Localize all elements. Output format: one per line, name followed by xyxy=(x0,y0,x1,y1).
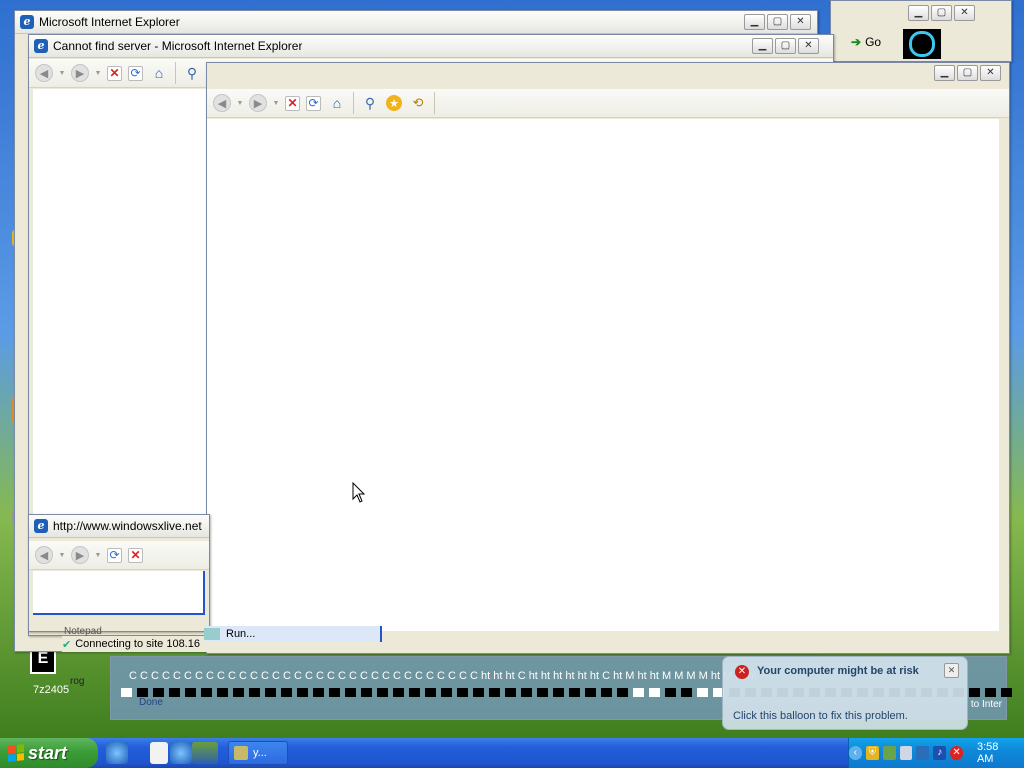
run-item[interactable]: Run... xyxy=(204,626,382,642)
maximize-icon[interactable]: ▢ xyxy=(931,5,952,21)
go-label: Go xyxy=(865,35,882,49)
close-icon[interactable]: ✕ xyxy=(944,663,959,678)
monitor-icon[interactable] xyxy=(899,746,913,760)
chevron-down-icon[interactable]: ▼ xyxy=(273,93,280,113)
window-controls: ▁ ▢ ✕ xyxy=(934,65,1001,81)
window-controls: ▁ ▢ ✕ xyxy=(908,5,975,21)
page-content[interactable] xyxy=(207,119,999,631)
chevron-down-icon[interactable]: ▼ xyxy=(237,93,244,113)
cable-icon[interactable] xyxy=(916,746,930,760)
desktop-label-7z[interactable]: 7z2405 xyxy=(33,684,69,696)
quicklaunch-document-icon[interactable] xyxy=(150,742,168,764)
forward-icon[interactable]: ▶ xyxy=(71,64,89,82)
security-balloon[interactable]: ✕ Your computer might be at risk ✕ Click… xyxy=(722,656,968,730)
taskbar-item-icon xyxy=(234,746,248,760)
chevron-down-icon[interactable]: ▼ xyxy=(59,545,66,565)
minimize-icon[interactable]: ▁ xyxy=(752,38,773,54)
maximize-icon[interactable]: ▢ xyxy=(957,65,978,81)
maximize-icon[interactable]: ▢ xyxy=(767,14,788,30)
stop-icon[interactable]: ✕ xyxy=(285,95,300,111)
chevron-left-icon[interactable]: ‹ xyxy=(849,746,862,760)
prog-label: rog xyxy=(70,676,85,687)
refresh-icon[interactable]: ⟳ xyxy=(107,547,122,563)
ie-icon: e xyxy=(34,519,48,533)
security-alert-icon[interactable]: ✕ xyxy=(950,746,963,760)
standard-toolbar: ◀ ▼ ▶ ▼ ⟳ ✕ xyxy=(29,541,209,570)
ie-icon: e xyxy=(34,39,48,53)
refresh-icon[interactable]: ⟳ xyxy=(306,95,321,111)
balloon-title: Your computer might be at risk xyxy=(757,665,919,677)
minimize-icon[interactable]: ▁ xyxy=(908,5,929,21)
run-label: Run... xyxy=(226,628,256,640)
chevron-down-icon[interactable]: ▼ xyxy=(59,63,66,83)
go-button[interactable]: ➔ Go xyxy=(845,35,887,49)
search-icon[interactable]: ⚲ xyxy=(360,93,380,113)
title-bar[interactable]: e Microsoft Internet Explorer xyxy=(15,11,817,34)
start-label: start xyxy=(28,742,68,763)
toolbar-separator xyxy=(353,92,354,114)
window-title: Microsoft Internet Explorer xyxy=(39,15,180,29)
stop-icon[interactable]: ✕ xyxy=(107,65,122,81)
ie-window-go[interactable]: ▁ ▢ ✕ ➔ Go xyxy=(830,0,1012,62)
windows-flag-icon xyxy=(8,744,24,762)
check-icon: ✔ xyxy=(62,638,72,651)
favorites-icon[interactable]: ★ xyxy=(386,95,402,111)
title-bar[interactable]: e http://www.windowsxlive.net xyxy=(29,515,209,538)
done-status: Done xyxy=(139,697,163,708)
standard-toolbar: ◀ ▼ ▶ ▼ ✕ ⟳ ⌂ ⚲ ★ ⟲ xyxy=(207,89,1009,118)
taskbar-item[interactable]: y... xyxy=(228,741,288,765)
ie-icon: e xyxy=(20,15,34,29)
quicklaunch-ie2-icon[interactable] xyxy=(170,742,192,764)
strip-right-text: to Inter xyxy=(970,699,1002,710)
start-button[interactable]: start xyxy=(0,738,98,768)
volume-icon[interactable]: ♪ xyxy=(933,746,947,760)
connecting-status: ✔ Connecting to site 108.16 xyxy=(62,636,210,652)
history-icon[interactable]: ⟲ xyxy=(408,93,428,113)
page-content[interactable] xyxy=(33,571,205,615)
window-controls: ▁ ▢ ✕ xyxy=(744,14,811,30)
chevron-down-icon[interactable]: ▼ xyxy=(95,63,102,83)
window-title: Cannot find server - Microsoft Internet … xyxy=(53,39,303,53)
window-title: http://www.windowsxlive.net xyxy=(53,519,202,533)
toolbar-separator xyxy=(175,62,176,84)
system-tray: ‹ ⛨ ♪ ✕ 3:58 AM xyxy=(848,738,1024,768)
ie-window-front[interactable]: ▁ ▢ ✕ ◀ ▼ ▶ ▼ ✕ ⟳ ⌂ ⚲ ★ ⟲ xyxy=(206,62,1010,654)
forward-icon[interactable]: ▶ xyxy=(71,546,89,564)
clock[interactable]: 3:58 AM xyxy=(977,741,1014,765)
minimize-icon[interactable]: ▁ xyxy=(934,65,955,81)
maximize-icon[interactable]: ▢ xyxy=(775,38,796,54)
title-bar[interactable]: e Cannot find server - Microsoft Interne… xyxy=(29,35,833,58)
run-icon xyxy=(204,628,220,640)
home-icon[interactable]: ⌂ xyxy=(327,93,347,113)
taskbar: start y... ‹ ⛨ ♪ ✕ 3:58 AM xyxy=(0,738,1024,768)
close-icon[interactable]: ✕ xyxy=(790,14,811,30)
balloon-text: Click this balloon to fix this problem. xyxy=(733,710,908,722)
go-arrow-icon: ➔ xyxy=(851,35,862,49)
stop-icon[interactable]: ✕ xyxy=(128,547,143,563)
window-controls: ▁ ▢ ✕ xyxy=(752,38,819,54)
shield-alert-icon: ✕ xyxy=(735,665,749,679)
search-icon[interactable]: ⚲ xyxy=(182,63,202,83)
ie-window-small[interactable]: e http://www.windowsxlive.net ◀ ▼ ▶ ▼ ⟳ … xyxy=(28,514,210,632)
back-icon[interactable]: ◀ xyxy=(213,94,231,112)
refresh-icon[interactable]: ⟳ xyxy=(128,65,143,81)
back-icon[interactable]: ◀ xyxy=(35,546,53,564)
taskbar-item-label: y... xyxy=(253,747,267,759)
brand-throbber-icon xyxy=(903,29,941,59)
quicklaunch-media-icon[interactable] xyxy=(192,742,218,764)
close-icon[interactable]: ✕ xyxy=(954,5,975,21)
close-icon[interactable]: ✕ xyxy=(798,38,819,54)
minimize-icon[interactable]: ▁ xyxy=(744,14,765,30)
back-icon[interactable]: ◀ xyxy=(35,64,53,82)
shield-icon[interactable]: ⛨ xyxy=(865,746,879,760)
network-icon[interactable] xyxy=(882,746,896,760)
chevron-down-icon[interactable]: ▼ xyxy=(95,545,102,565)
home-icon[interactable]: ⌂ xyxy=(149,63,169,83)
close-icon[interactable]: ✕ xyxy=(980,65,1001,81)
toolbar-separator xyxy=(434,92,435,114)
quicklaunch-ie-icon[interactable] xyxy=(106,742,128,764)
forward-icon[interactable]: ▶ xyxy=(249,94,267,112)
connecting-text: Connecting to site 108.16 xyxy=(75,638,200,650)
